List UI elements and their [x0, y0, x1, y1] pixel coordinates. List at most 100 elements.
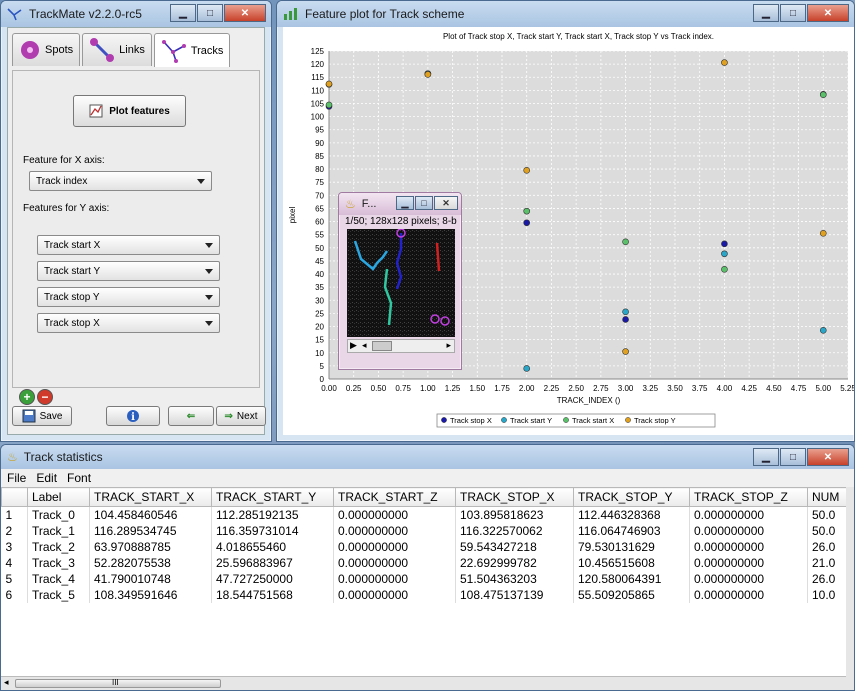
x-tick-label: 4.25	[741, 384, 757, 393]
x-tick-label: 3.50	[667, 384, 683, 393]
plot-titlebar[interactable]: Feature plot for Track scheme ▁ □ ✕	[277, 1, 854, 27]
track-overlay	[347, 228, 455, 337]
table-cell: 79.530131629	[573, 539, 690, 555]
column-header[interactable]: Label	[27, 487, 90, 507]
y-tick-label: 5	[320, 362, 325, 371]
column-header[interactable]	[1, 487, 28, 507]
play-icon[interactable]: ▶	[350, 340, 357, 351]
column-header[interactable]: TRACK_STOP_X	[455, 487, 574, 507]
table-row[interactable]: 2 Track_1 116.289534745 116.359731014 0.0000…	[1, 523, 846, 539]
tab-tracks[interactable]: Tracks	[153, 33, 231, 67]
minimize-button[interactable]: ▁	[753, 448, 779, 466]
column-header[interactable]: NUM	[807, 487, 846, 507]
y-feature-select-1[interactable]: Track start X	[37, 235, 220, 255]
y-tick-label: 25	[315, 309, 324, 318]
x-tick-label: 4.50	[766, 384, 782, 393]
maximize-button[interactable]: □	[780, 448, 806, 466]
close-button[interactable]: ✕	[807, 448, 849, 466]
image-slice-scrollbar[interactable]: ▶ ◂ ▸	[347, 339, 455, 353]
maximize-button[interactable]: □	[780, 4, 806, 22]
stats-titlebar[interactable]: ♨ Track statistics ▁ □ ✕	[1, 445, 854, 469]
x-tick-label: 2.50	[568, 384, 584, 393]
image-titlebar[interactable]: ♨ F... ▁ □ ✕	[339, 193, 461, 215]
y-feature-select-value: Track start Y	[44, 265, 101, 277]
menu-edit[interactable]: Edit	[36, 471, 57, 485]
trackmate-titlebar[interactable]: TrackMate v2.2.0-rc5 ▁ □ ✕	[1, 1, 271, 27]
column-header[interactable]: TRACK_START_Z	[333, 487, 456, 507]
table-cell: 0.000000000	[689, 539, 808, 555]
table-cell: 63.970888785	[89, 539, 212, 555]
maximize-button[interactable]: □	[415, 196, 433, 210]
table-cell: 0.000000000	[333, 539, 456, 555]
legend-label: Track stop X	[450, 416, 492, 425]
table-cell: 112.446328368	[573, 506, 690, 523]
table-row[interactable]: 1 Track_0 104.458460546 112.285192135 0.0000…	[1, 506, 846, 523]
table-row[interactable]: 3 Track_2 63.970888785 4.018655460 0.0000000…	[1, 539, 846, 555]
tab-links[interactable]: Links	[82, 33, 152, 66]
legend-marker	[441, 417, 447, 423]
scroll-thumb[interactable]	[372, 341, 392, 351]
y-feature-select-3[interactable]: Track stop Y	[37, 287, 220, 307]
table-cell: 0.000000000	[333, 506, 456, 523]
close-button[interactable]: ✕	[807, 4, 849, 22]
results-table-container[interactable]: Label TRACK_START_X TRACK_START_Y TRACK_STA…	[1, 487, 846, 676]
y-tick-label: 40	[315, 270, 324, 279]
close-button[interactable]: ✕	[224, 4, 266, 22]
plot-icon	[89, 104, 103, 118]
y-axis-label: pixel	[288, 207, 297, 224]
x-axis-label: TRACK_INDEX ()	[557, 396, 621, 405]
tab-label: Links	[119, 44, 145, 56]
minimize-button[interactable]: ▁	[753, 4, 779, 22]
info-button[interactable]: i	[106, 406, 160, 426]
scroll-grip: III	[112, 678, 119, 687]
previous-button[interactable]: ⇐	[168, 406, 214, 426]
data-point	[325, 101, 333, 109]
column-header[interactable]: TRACK_START_Y	[211, 487, 334, 507]
column-header[interactable]: TRACK_STOP_Z	[689, 487, 808, 507]
x-tick-label: 4.75	[791, 384, 807, 393]
scroll-thumb[interactable]: III	[15, 678, 221, 688]
arrow-right-icon[interactable]: ▸	[446, 340, 451, 351]
menu-file[interactable]: File	[7, 471, 26, 485]
data-point	[819, 91, 827, 98]
legend-label: Track stop Y	[634, 416, 676, 425]
maximize-button[interactable]: □	[197, 4, 223, 22]
arrow-left-icon[interactable]: ◂	[362, 340, 367, 351]
plot-features-button[interactable]: Plot features	[73, 95, 186, 127]
vertical-scrollbar[interactable]	[846, 487, 854, 690]
x-tick-label: 0.00	[321, 384, 337, 393]
window-title: Feature plot for Track scheme	[305, 7, 465, 21]
table-cell: Track_1	[27, 523, 90, 539]
table-row[interactable]: 5 Track_4 41.790010748 47.727250000 0.000000…	[1, 571, 846, 587]
table-cell: 120.580064391	[573, 571, 690, 587]
column-header[interactable]: TRACK_STOP_Y	[573, 487, 690, 507]
data-point	[622, 348, 629, 355]
links-icon	[90, 38, 115, 62]
table-cell: 26.0	[807, 539, 846, 555]
save-button[interactable]: Save	[12, 406, 72, 426]
minimize-button[interactable]: ▁	[396, 196, 414, 210]
image-canvas[interactable]	[347, 228, 455, 337]
arrow-left-icon[interactable]: ◂	[4, 677, 9, 688]
next-button[interactable]: ⇒ Next	[216, 406, 266, 426]
table-row[interactable]: 4 Track_3 52.282075538 25.596883967 0.000000…	[1, 555, 846, 571]
table-cell: 22.692999782	[455, 555, 574, 571]
chevron-down-icon	[205, 295, 213, 300]
window-title: Track statistics	[23, 450, 103, 464]
horizontal-scrollbar[interactable]: ◂ III	[1, 676, 846, 690]
y-feature-select-4[interactable]: Track stop X	[37, 313, 220, 333]
minimize-button[interactable]: ▁	[170, 4, 196, 22]
column-header[interactable]: TRACK_START_X	[89, 487, 212, 507]
x-axis-select[interactable]: Track index	[29, 171, 212, 191]
table-cell: 25.596883967	[211, 555, 334, 571]
chevron-down-icon	[205, 321, 213, 326]
legend-marker	[563, 417, 569, 423]
table-cell: 50.0	[807, 506, 846, 523]
data-point	[819, 327, 827, 334]
table-row[interactable]: 6 Track_5 108.349591646 18.544751568 0.00000…	[1, 587, 846, 603]
x-tick-label: 5.25	[840, 384, 855, 393]
y-feature-select-2[interactable]: Track start Y	[37, 261, 220, 281]
tab-spots[interactable]: Spots	[12, 33, 81, 66]
close-button[interactable]: ✕	[434, 196, 458, 210]
menu-font[interactable]: Font	[67, 471, 91, 485]
